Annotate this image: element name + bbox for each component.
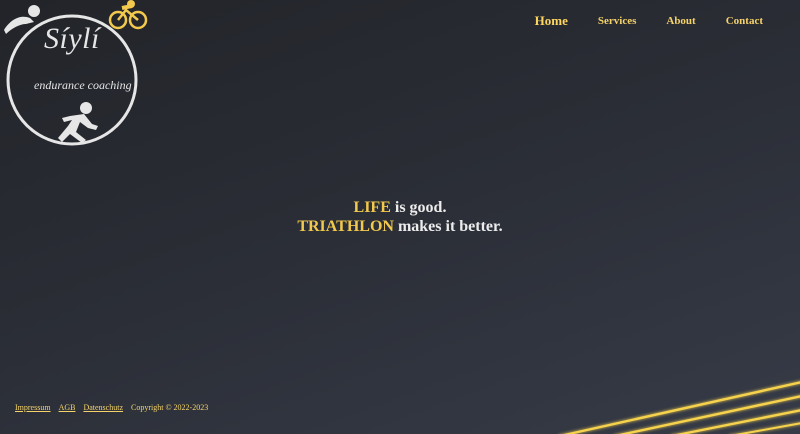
nav-about-link[interactable]: About [651,14,710,28]
footer-datenschutz-link[interactable]: Datenschutz [83,403,123,412]
hero-accent-life: LIFE [353,199,391,216]
page-footer: Impressum AGB Datenschutz Copyright © 20… [15,403,208,412]
footer-copyright: Copyright © 2022-2023 [131,403,209,412]
hero-text-2: makes it better. [393,218,503,235]
hero-line-2: TRIATHLON makes it better. [0,217,800,236]
cyclist-head-icon [127,0,135,8]
runner-icon [58,102,98,143]
decorative-light-stripes [563,381,800,434]
nav-contact-link[interactable]: Contact [711,14,778,28]
hero-tagline: LIFE is good. TRIATHLON makes it better. [0,198,800,236]
footer-agb-link[interactable]: AGB [59,403,76,412]
hero-text-1: is good. [390,199,447,216]
hero-accent-triathlon: TRIATHLON [297,218,394,235]
nav-services-link[interactable]: Services [583,14,651,28]
logo-title: Síylí [44,22,100,55]
nav-home-link[interactable]: Home [520,14,583,28]
cyclist-icon [108,4,148,30]
site-logo[interactable]: Síylí endurance coaching [0,0,150,150]
logo-subtitle: endurance coaching [34,78,132,92]
hero-line-1: LIFE is good. [0,198,800,217]
main-navigation: Home Services About Contact [520,14,778,28]
footer-impressum-link[interactable]: Impressum [15,403,51,412]
